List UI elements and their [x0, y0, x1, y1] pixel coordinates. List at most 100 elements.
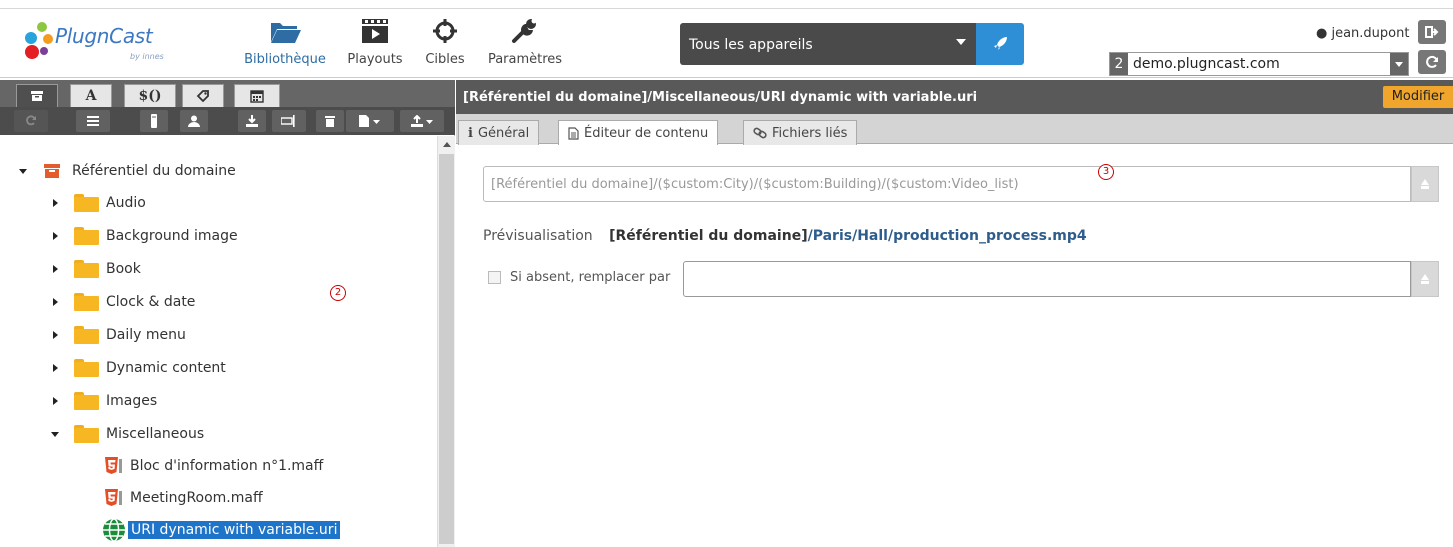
- content-path: [Référentiel du domaine]/Miscellaneous/U…: [463, 90, 978, 105]
- fallback-checkbox[interactable]: [488, 271, 501, 284]
- tree-folder-daily-menu[interactable]: Daily menu: [48, 323, 186, 347]
- logo-subtitle: by innes: [130, 52, 164, 61]
- tree-folder-audio[interactable]: Audio: [48, 191, 146, 215]
- user-button[interactable]: [180, 110, 208, 132]
- tree-root[interactable]: Référentiel du domaine: [16, 159, 236, 183]
- tree-root-label: Référentiel du domaine: [72, 163, 236, 179]
- domain-value: demo.plugncast.com: [1133, 56, 1280, 72]
- nav-bibliotheque[interactable]: Bibliothèque: [244, 16, 326, 67]
- tree-scrollbar[interactable]: [437, 136, 455, 547]
- tab-tags[interactable]: [182, 84, 224, 107]
- annotation-marker: 2: [330, 285, 346, 301]
- nav-label: Bibliothèque: [244, 52, 326, 67]
- usb-icon: [151, 114, 157, 128]
- tree-folder-clock-date[interactable]: Clock & date: [48, 290, 195, 314]
- chevron-down-icon: [956, 39, 966, 45]
- sign-out-icon: [1425, 26, 1439, 38]
- new-file-menu[interactable]: [346, 110, 394, 132]
- nav-parametres[interactable]: Paramètres: [486, 16, 564, 67]
- tab-content-editor[interactable]: Éditeur de contenu: [558, 120, 719, 145]
- tree-file-uri-dynamic[interactable]: URI dynamic with variable.uri: [102, 518, 341, 542]
- uri-field-action-button[interactable]: [1411, 166, 1439, 202]
- nav-playouts[interactable]: Playouts: [344, 16, 406, 67]
- app-logo[interactable]: PlugnCast by innes: [22, 20, 182, 68]
- caret-down-icon: [48, 431, 62, 437]
- caret-right-icon: [48, 298, 62, 306]
- fallback-label: Si absent, remplacer par: [510, 270, 671, 285]
- folder-open-icon: [244, 16, 326, 44]
- logo-mark-icon: [25, 22, 53, 59]
- fallback-field[interactable]: [683, 261, 1411, 297]
- device-select[interactable]: Tous les appareils: [680, 23, 976, 65]
- logo-text: PlugnCast: [55, 24, 153, 48]
- rename-icon: [281, 115, 295, 127]
- fallback-field-action-button[interactable]: [1411, 261, 1439, 297]
- logout-button[interactable]: [1418, 20, 1446, 44]
- launch-button[interactable]: [976, 23, 1024, 65]
- tree-folder-images[interactable]: Images: [48, 389, 157, 413]
- modify-button[interactable]: Modifier: [1383, 86, 1453, 108]
- download-button[interactable]: [238, 110, 266, 132]
- tag-icon: [196, 90, 209, 103]
- tree-folder-book[interactable]: Book: [48, 257, 141, 281]
- caret-right-icon: [48, 232, 62, 240]
- tree-folder-miscellaneous[interactable]: Miscellaneous: [48, 422, 204, 446]
- folder-icon: [74, 392, 99, 410]
- header-divider: [0, 8, 1453, 9]
- refresh-icon: [1426, 55, 1438, 68]
- document-icon: [568, 126, 579, 140]
- chevron-down-icon: [1390, 53, 1408, 75]
- trash-icon: [325, 116, 335, 127]
- scroll-up-icon[interactable]: [443, 142, 451, 147]
- tab-label: Éditeur de contenu: [584, 125, 709, 141]
- tab-calendar[interactable]: [234, 84, 280, 107]
- nav-cibles[interactable]: Cibles: [422, 16, 468, 67]
- tab-archive[interactable]: [16, 84, 58, 107]
- tree-folder-label: Clock & date: [106, 294, 196, 310]
- refresh-button[interactable]: [1418, 50, 1446, 74]
- new-file-icon: [359, 115, 380, 127]
- download-icon: [246, 115, 258, 127]
- caret-right-icon: [48, 364, 62, 372]
- domain-select[interactable]: 2 demo.plugncast.com: [1109, 52, 1409, 76]
- folder-icon: [74, 425, 99, 443]
- caret-right-icon: [48, 397, 62, 405]
- scroll-thumb[interactable]: [439, 154, 454, 544]
- tab-variables[interactable]: $(): [124, 84, 176, 107]
- content-panel: [Référentiel du domaine]/Miscellaneous/U…: [456, 80, 1453, 547]
- folder-icon: [74, 359, 99, 377]
- user-info[interactable]: ● jean.dupont: [1316, 26, 1409, 41]
- info-icon: i: [468, 125, 473, 141]
- library-panel: A $() Référentiel du domaine Audio Backg…: [0, 80, 455, 547]
- fallback-row: Si absent, remplacer par: [488, 270, 670, 285]
- tab-text[interactable]: A: [70, 84, 112, 107]
- app-header: PlugnCast by innes Bibliothèque Playouts…: [0, 0, 1453, 78]
- tree-file-bloc-information[interactable]: Bloc d'information n°1.maff: [104, 454, 323, 478]
- tree-file-meetingroom[interactable]: MeetingRoom.maff: [104, 486, 263, 510]
- uri-field[interactable]: [Référentiel du domaine]/($custom:City)/…: [483, 166, 1411, 202]
- library-toolbar: [0, 107, 455, 135]
- delete-button[interactable]: [316, 110, 344, 132]
- html5-file-icon: [105, 457, 122, 474]
- rename-button[interactable]: [272, 110, 306, 132]
- uri-field-value: [Référentiel du domaine]/($custom:City)/…: [491, 177, 1019, 192]
- eject-icon: [1421, 274, 1429, 284]
- folder-icon: [74, 194, 99, 212]
- tree-file-label: MeetingRoom.maff: [130, 490, 263, 506]
- tree-folder-label: Miscellaneous: [106, 426, 205, 442]
- tree-folder-background-image[interactable]: Background image: [48, 224, 238, 248]
- usb-button[interactable]: [140, 110, 168, 132]
- device-select-value: Tous les appareils: [689, 37, 813, 53]
- tree-folder-dynamic-content[interactable]: Dynamic content: [48, 356, 226, 380]
- refresh-tree-button[interactable]: [14, 110, 48, 132]
- content-path-bar: [Référentiel du domaine]/Miscellaneous/U…: [456, 80, 1453, 114]
- upload-menu[interactable]: [400, 110, 444, 132]
- list-view-button[interactable]: [76, 110, 110, 132]
- archive-icon: [44, 164, 60, 178]
- annotation-marker: 3: [1098, 164, 1114, 180]
- tab-general[interactable]: i Général: [458, 120, 540, 145]
- nav-label: Paramètres: [487, 52, 563, 67]
- tab-linked-files[interactable]: Fichiers liés: [743, 120, 858, 145]
- caret-right-icon: [48, 331, 62, 339]
- tab-label: Général: [477, 125, 530, 141]
